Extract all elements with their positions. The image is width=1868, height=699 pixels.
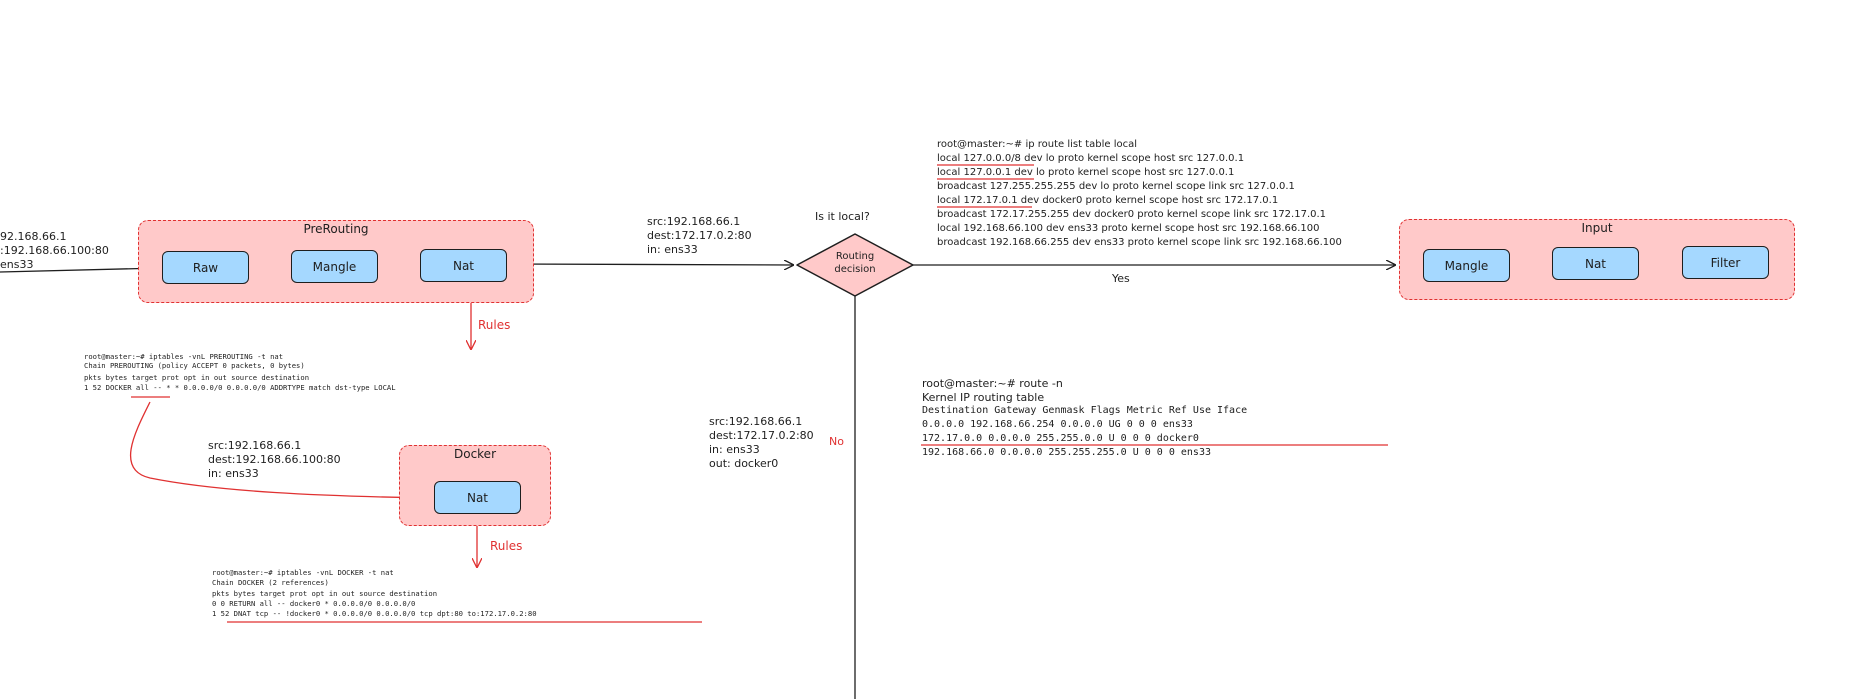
docker-title: Docker bbox=[453, 447, 497, 461]
no-packet-dest: dest:172.17.0.2:80 bbox=[709, 429, 814, 442]
decision-question: Is it local? bbox=[815, 210, 870, 223]
after-nat-packet-dest: dest:172.17.0.2:80 bbox=[647, 229, 752, 242]
arrow-nat-to-decision bbox=[507, 264, 793, 265]
ip-route-line: local 127.0.0.1 dev lo proto kernel scop… bbox=[937, 167, 1235, 178]
docker-packet-dest: dest:192.168.66.100:80 bbox=[208, 453, 341, 466]
input-filter-node: Filter bbox=[1682, 246, 1769, 279]
route-n-header: Destination Gateway Genmask Flags Metric… bbox=[922, 405, 1248, 416]
ip-route-line: broadcast 192.168.66.255 dev ens33 proto… bbox=[937, 237, 1342, 248]
prerouting-title: PreRouting bbox=[303, 222, 369, 236]
incoming-packet-dest: :192.168.66.100:80 bbox=[0, 244, 109, 257]
docker-nat-node: Nat bbox=[434, 481, 521, 514]
docker-packet-in: in: ens33 bbox=[208, 467, 259, 480]
input-title: Input bbox=[1581, 221, 1613, 235]
input-mangle-node: Mangle bbox=[1423, 249, 1510, 282]
routing-decision-label: Routing decision bbox=[834, 251, 876, 275]
route-n-cmd: root@master:~# route -n bbox=[922, 377, 1063, 390]
docker-cmd-row1: 0 0 RETURN all -- docker0 * 0.0.0.0/0 0.… bbox=[212, 599, 416, 608]
docker-cmd-header: pkts bytes target prot opt in out source… bbox=[212, 589, 438, 598]
rules-label-prerouting: Rules bbox=[478, 318, 511, 332]
after-nat-packet-src: src:192.168.66.1 bbox=[647, 215, 741, 228]
prerouting-nat-node: Nat bbox=[420, 249, 507, 282]
after-nat-packet-in: in: ens33 bbox=[647, 243, 698, 256]
ip-route-line: local 127.0.0.0/8 dev lo proto kernel sc… bbox=[937, 153, 1245, 164]
docker-cmd-line2: Chain DOCKER (2 references) bbox=[212, 578, 329, 587]
route-n-row: 0.0.0.0 192.168.66.254 0.0.0.0 UG 0 0 0 … bbox=[922, 419, 1193, 430]
docker-cmd-line1: root@master:~# iptables -vnL DOCKER -t n… bbox=[212, 568, 394, 577]
decision-yes-label: Yes bbox=[1112, 272, 1130, 285]
ip-route-line: broadcast 127.255.255.255 dev lo proto k… bbox=[937, 181, 1295, 192]
docker-packet-src: src:192.168.66.1 bbox=[208, 439, 302, 452]
rules-label-docker: Rules bbox=[490, 539, 523, 553]
no-packet-in: in: ens33 bbox=[709, 443, 760, 456]
ip-route-line: local 172.17.0.1 dev docker0 proto kerne… bbox=[937, 195, 1279, 206]
prerouting-cmd-row: 1 52 DOCKER all -- * * 0.0.0.0/0 0.0.0.0… bbox=[84, 383, 396, 392]
ip-route-line: local 192.168.66.100 dev ens33 proto ker… bbox=[937, 223, 1320, 234]
ip-route-line: broadcast 172.17.255.255 dev docker0 pro… bbox=[937, 209, 1327, 220]
decision-no-label: No bbox=[829, 435, 844, 448]
prerouting-mangle-node: Mangle bbox=[291, 250, 378, 283]
route-n-title: Kernel IP routing table bbox=[922, 391, 1045, 404]
no-packet-src: src:192.168.66.1 bbox=[709, 415, 803, 428]
prerouting-cmd-header: pkts bytes target prot opt in out source… bbox=[84, 373, 310, 382]
prerouting-cmd-line2: Chain PREROUTING (policy ACCEPT 0 packet… bbox=[84, 361, 305, 370]
incoming-packet-in: ens33 bbox=[0, 258, 34, 271]
input-nat-node: Nat bbox=[1552, 247, 1639, 280]
route-n-row: 192.168.66.0 0.0.0.0 255.255.255.0 U 0 0… bbox=[922, 447, 1211, 458]
ip-route-block: root@master:~# ip route list table local… bbox=[937, 139, 1397, 251]
route-n-row: 172.17.0.0 0.0.0.0 255.255.0.0 U 0 0 0 d… bbox=[922, 433, 1199, 444]
incoming-packet-src: 92.168.66.1 bbox=[0, 230, 67, 243]
docker-cmd-row2: 1 52 DNAT tcp -- !docker0 * 0.0.0.0/0 0.… bbox=[212, 609, 537, 618]
ip-route-cmd: root@master:~# ip route list table local bbox=[937, 139, 1138, 150]
route-n-block: root@master:~# route -n Kernel IP routin… bbox=[922, 377, 1402, 461]
prerouting-raw-node: Raw bbox=[162, 251, 249, 284]
no-packet-out: out: docker0 bbox=[709, 457, 779, 470]
